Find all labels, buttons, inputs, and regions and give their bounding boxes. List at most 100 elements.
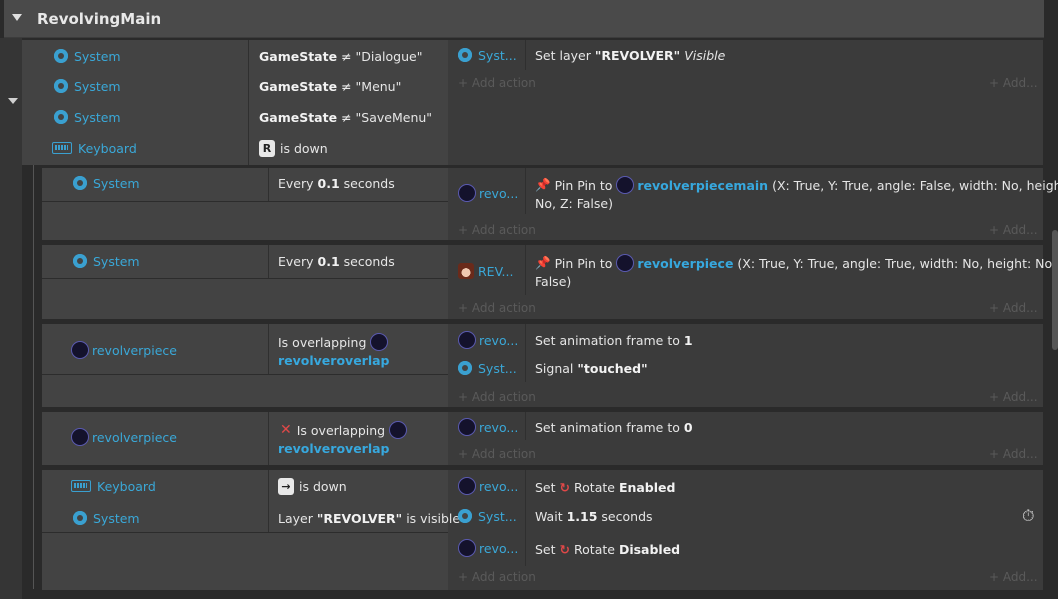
action-text[interactable]: Set animation frame to 0 [535, 418, 693, 436]
add-button[interactable]: + Add... [989, 446, 1038, 462]
condition-text[interactable]: GameState ≠ "SaveMenu" [259, 108, 432, 126]
condition-text[interactable]: Every 0.1 seconds [278, 252, 395, 270]
rotate-icon: ↻ [559, 541, 571, 557]
divider [268, 324, 269, 374]
divider [268, 245, 269, 278]
gear-icon [73, 254, 87, 268]
action-object[interactable]: revo... [458, 417, 518, 437]
action-text[interactable]: Set animation frame to 1 [535, 331, 693, 349]
sprite-orb-icon [458, 331, 476, 349]
sprite-orb-icon [71, 341, 89, 359]
condition-text[interactable]: GameState ≠ "Dialogue" [259, 47, 422, 65]
pin-icon: 📌 [535, 255, 551, 270]
condition-object[interactable]: System [54, 77, 121, 95]
condition-text[interactable]: ✕ Is overlapping [280, 420, 410, 440]
action-text-cont: False) [535, 273, 572, 289]
add-action-button[interactable]: + Add action [458, 222, 536, 238]
condition-object[interactable]: System [73, 174, 140, 192]
sprite-orb-icon [458, 184, 476, 202]
divider [525, 324, 526, 382]
sprite-orb-icon [616, 176, 635, 194]
divider [525, 412, 526, 440]
gear-icon [458, 361, 472, 375]
action-object[interactable]: Syst... [458, 507, 517, 525]
pin-icon: 📌 [535, 177, 551, 192]
add-action-button[interactable]: + Add action [458, 300, 536, 316]
action-text[interactable]: 📌 Pin Pin to revolverpiece (X: True, Y: T… [535, 254, 1058, 272]
action-text[interactable]: Set layer "REVOLVER" Visible [535, 46, 725, 64]
condition-text[interactable]: → is down [278, 477, 347, 495]
add-action-button[interactable]: + Add action [458, 75, 536, 91]
event-group-header[interactable]: RevolvingMain [4, 0, 1044, 38]
gear-icon [458, 48, 472, 62]
action-object[interactable]: revo... [458, 183, 518, 203]
action-object[interactable]: revo... [458, 538, 518, 558]
add-button[interactable]: + Add... [989, 300, 1038, 316]
condition-object[interactable]: revolverpiece [71, 340, 177, 360]
condition-target[interactable]: revolveroverlap [278, 440, 390, 456]
action-object[interactable]: revo... [458, 476, 518, 496]
action-object[interactable]: REV... [458, 261, 513, 281]
condition-text[interactable]: Layer "REVOLVER" is visible [278, 509, 460, 527]
divider [268, 412, 269, 465]
condition-target[interactable]: revolveroverlap [278, 352, 390, 368]
action-text[interactable]: Wait 1.15 seconds [535, 507, 653, 525]
divider [42, 278, 448, 279]
rotate-icon: ↻ [559, 479, 571, 495]
gear-icon [54, 49, 68, 63]
divider [248, 40, 249, 165]
action-text[interactable]: Set ↻ Rotate Disabled [535, 539, 680, 559]
gear-icon [73, 176, 87, 190]
condition-object[interactable]: Keyboard [71, 477, 156, 495]
condition-object[interactable]: System [73, 252, 140, 270]
expand-triangle-icon[interactable] [8, 98, 18, 104]
sprite-orb-icon [389, 421, 408, 439]
condition-object[interactable]: System [54, 47, 121, 65]
sprite-orb-icon [458, 418, 476, 436]
sprite-orb-icon [458, 477, 476, 495]
condition-object[interactable]: revolverpiece [71, 427, 177, 447]
condition-text[interactable]: GameState ≠ "Menu" [259, 77, 401, 95]
divider [525, 245, 526, 295]
add-button[interactable]: + Add... [989, 569, 1038, 585]
action-object[interactable]: Syst... [458, 46, 517, 64]
action-text[interactable]: Signal "touched" [535, 359, 648, 377]
add-action-button[interactable]: + Add action [458, 389, 536, 405]
add-button[interactable]: + Add... [989, 222, 1038, 238]
add-button[interactable]: + Add... [989, 75, 1038, 91]
action-object[interactable]: Syst... [458, 359, 517, 377]
divider [42, 532, 448, 533]
gear-icon [458, 509, 472, 523]
divider [268, 168, 269, 201]
sprite-orb-icon [370, 333, 389, 351]
condition-object[interactable]: Keyboard [52, 139, 137, 157]
add-action-button[interactable]: + Add action [458, 569, 536, 585]
subevent-guide [33, 165, 34, 589]
group-title: RevolvingMain [37, 10, 162, 28]
gear-icon [54, 110, 68, 124]
event-margin[interactable] [0, 38, 22, 599]
timer-icon: ⏱ [1022, 506, 1035, 525]
condition-text[interactable]: Every 0.1 seconds [278, 174, 395, 192]
action-object[interactable]: revo... [458, 330, 518, 350]
add-button[interactable]: + Add... [989, 389, 1038, 405]
add-action-button[interactable]: + Add action [458, 446, 536, 462]
condition-object[interactable]: System [54, 108, 121, 126]
keyboard-icon [71, 480, 91, 492]
action-text[interactable]: Set ↻ Rotate Enabled [535, 477, 675, 497]
action-text[interactable]: 📌 Pin Pin to revolverpiecemain (X: True, … [535, 176, 1058, 194]
gear-icon [54, 79, 68, 93]
character-sprite-icon [458, 263, 474, 279]
condition-object[interactable]: System [73, 509, 140, 527]
invert-x-icon: ✕ [280, 422, 292, 438]
divider [525, 40, 526, 70]
condition-text[interactable]: Is overlapping [278, 332, 391, 352]
collapse-triangle-icon[interactable] [12, 14, 22, 21]
key-r-icon: R [259, 139, 275, 157]
key-right-arrow-icon: → [278, 477, 294, 495]
divider [42, 201, 448, 202]
divider [42, 374, 448, 375]
sprite-orb-icon [71, 428, 89, 446]
condition-text[interactable]: Ris down [259, 139, 328, 157]
vertical-scrollbar[interactable] [1052, 230, 1058, 350]
